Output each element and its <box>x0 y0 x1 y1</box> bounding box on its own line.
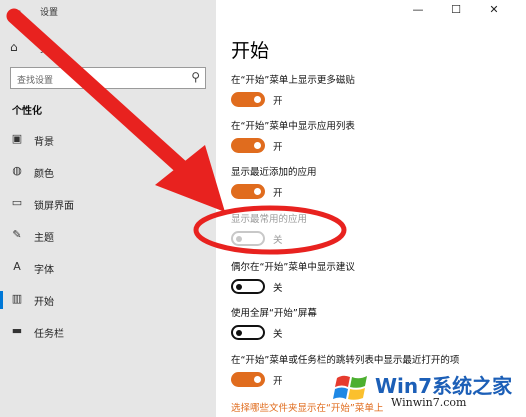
toggle-switch[interactable] <box>231 325 265 340</box>
toggle-switch[interactable] <box>231 92 265 107</box>
setting-jump-list-recent: 在“开始”菜单或任务栏的跳转列表中显示最近打开的项 开 <box>231 352 521 387</box>
title-bar: ← 设置 <box>0 0 216 22</box>
sidebar-item-themes[interactable]: ✎ 主题 <box>0 224 216 248</box>
taskbar-icon: ▬ <box>11 324 23 337</box>
sidebar-item-colors[interactable]: ◍ 颜色 <box>0 160 216 184</box>
toggle-state: 开 <box>273 188 283 199</box>
sidebar-item-label: 背景 <box>34 137 54 148</box>
home-nav[interactable]: ⌂ 页 <box>10 38 210 56</box>
sidebar-item-start[interactable]: ▥ 开始 <box>0 288 216 312</box>
page-title: 开始 <box>231 40 270 62</box>
sidebar-item-label: 主题 <box>34 233 54 244</box>
sidebar-item-label: 颜色 <box>34 169 54 180</box>
setting-label: 显示最常用的应用 <box>231 214 308 225</box>
setting-label: 偶尔在“开始”菜单中显示建议 <box>231 262 355 273</box>
setting-recently-added: 显示最近添加的应用 开 <box>231 164 521 199</box>
palette-icon: ◍ <box>12 164 22 177</box>
watermark-title: Win7系统之家 <box>375 374 513 398</box>
setting-fullscreen-start: 使用全屏“开始”屏幕 关 <box>231 305 521 340</box>
setting-label: 显示最近添加的应用 <box>231 167 317 178</box>
section-title: 个性化 <box>12 106 42 117</box>
sidebar-item-label: 锁屏界面 <box>34 201 74 212</box>
setting-label: 使用全屏“开始”屏幕 <box>231 308 317 319</box>
monitor-icon: ▭ <box>11 196 23 209</box>
back-arrow-icon[interactable]: ← <box>6 3 26 19</box>
toggle-state: 关 <box>273 283 283 294</box>
sidebar-item-label: 开始 <box>34 297 54 308</box>
brush-icon: ✎ <box>12 228 22 241</box>
setting-label: 在“开始”菜单或任务栏的跳转列表中显示最近打开的项 <box>231 355 460 366</box>
toggle-switch[interactable] <box>231 231 265 246</box>
app-title: 设置 <box>40 8 59 18</box>
toggle-switch[interactable] <box>231 279 265 294</box>
sidebar-item-lockscreen[interactable]: ▭ 锁屏界面 <box>0 192 216 216</box>
maximize-icon[interactable]: ☐ <box>446 3 466 17</box>
windows-logo-icon <box>333 375 367 400</box>
watermark-url: Winwin7.com <box>391 396 467 409</box>
setting-most-used: 显示最常用的应用 关 <box>231 211 521 246</box>
setting-app-list: 在“开始”菜单中显示应用列表 开 <box>231 118 521 153</box>
sidebar-item-fonts[interactable]: A 字体 <box>0 256 216 280</box>
setting-more-tiles: 在“开始”菜单上显示更多磁贴 开 <box>231 72 521 107</box>
toggle-switch[interactable] <box>231 184 265 199</box>
setting-label: 在“开始”菜单中显示应用列表 <box>231 121 355 132</box>
font-icon: A <box>13 260 21 273</box>
sidebar-item-label: 字体 <box>34 265 54 276</box>
watermark: Win7系统之家 Winwin7.com <box>333 366 523 414</box>
start-menu-icon: ▥ <box>11 292 23 305</box>
sidebar-item-label: 任务栏 <box>34 329 64 340</box>
setting-suggestions: 偶尔在“开始”菜单中显示建议 关 <box>231 259 521 294</box>
setting-label: 在“开始”菜单上显示更多磁贴 <box>231 75 355 86</box>
search-icon[interactable]: ⚲ <box>191 70 200 84</box>
sidebar-item-background[interactable]: ▣ 背景 <box>0 128 216 152</box>
sidebar-item-taskbar[interactable]: ▬ 任务栏 <box>0 320 216 344</box>
home-icon: ⌂ <box>10 40 18 54</box>
toggle-state: 关 <box>273 329 283 340</box>
picture-icon: ▣ <box>11 132 23 145</box>
search-input[interactable]: 查找设置 <box>17 73 53 86</box>
close-icon[interactable]: ✕ <box>484 3 504 17</box>
search-box[interactable]: 查找设置 ⚲ <box>10 67 206 89</box>
home-label: 页 <box>40 44 50 55</box>
toggle-switch[interactable] <box>231 138 265 153</box>
toggle-switch[interactable] <box>231 372 265 387</box>
toggle-state: 开 <box>273 376 283 387</box>
toggle-state: 关 <box>273 235 283 246</box>
toggle-state: 开 <box>273 96 283 107</box>
settings-sidebar: ← 设置 ⌂ 页 查找设置 ⚲ 个性化 ▣ 背景 ◍ 颜色 ▭ 锁屏界面 ✎ 主… <box>0 0 216 417</box>
toggle-state: 开 <box>273 142 283 153</box>
minimize-icon[interactable]: — <box>408 3 428 17</box>
